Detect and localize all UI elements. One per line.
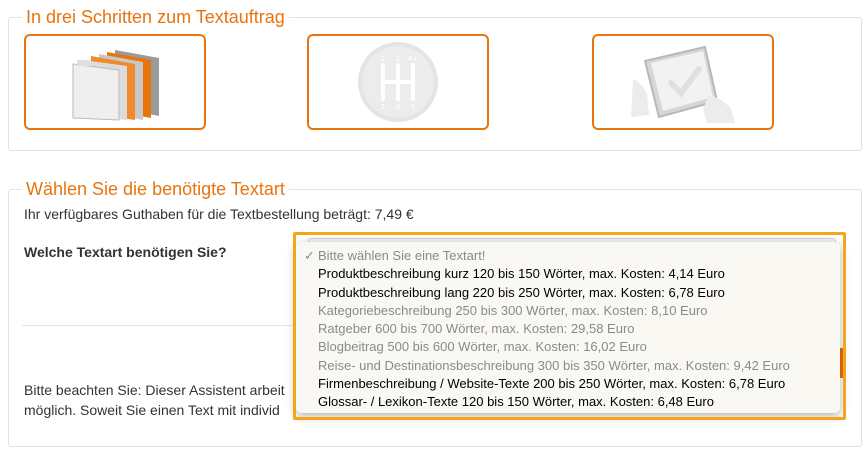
folders-icon <box>72 50 159 121</box>
step-3-card[interactable] <box>592 34 774 130</box>
gear-shift-icon: 1 3 4+ 2 4 5 <box>358 42 438 122</box>
textart-legend: Wählen Sie die benötigte Textart <box>22 178 289 200</box>
gear-label: 5 <box>411 103 415 111</box>
steps-legend: In drei Schritten zum Textauftrag <box>22 6 289 28</box>
gear-label: 3 <box>396 55 400 63</box>
gear-label: 4+ <box>408 55 418 63</box>
note-text: Bitte beachten Sie: Dieser Assistent arb… <box>24 380 296 420</box>
gear-label: 4 <box>396 103 401 111</box>
textart-question-label: Welche Textart benötigen Sie? <box>24 244 227 260</box>
dropdown-highlight-frame <box>293 232 846 420</box>
step-2-card[interactable]: 1 3 4+ 2 4 5 <box>307 34 489 130</box>
credit-text: Ihr verfügbares Guthaben für die Textbes… <box>24 206 414 222</box>
note-line-2: möglich. Soweit Sie einen Text mit indiv… <box>24 402 280 418</box>
tablet-check-icon <box>631 45 735 123</box>
gear-label: 1 <box>381 55 385 63</box>
divider <box>22 325 302 326</box>
note-line-1: Bitte beachten Sie: Dieser Assistent arb… <box>24 382 285 398</box>
gear-label: 2 <box>381 103 385 111</box>
step-1-card[interactable] <box>24 34 206 130</box>
